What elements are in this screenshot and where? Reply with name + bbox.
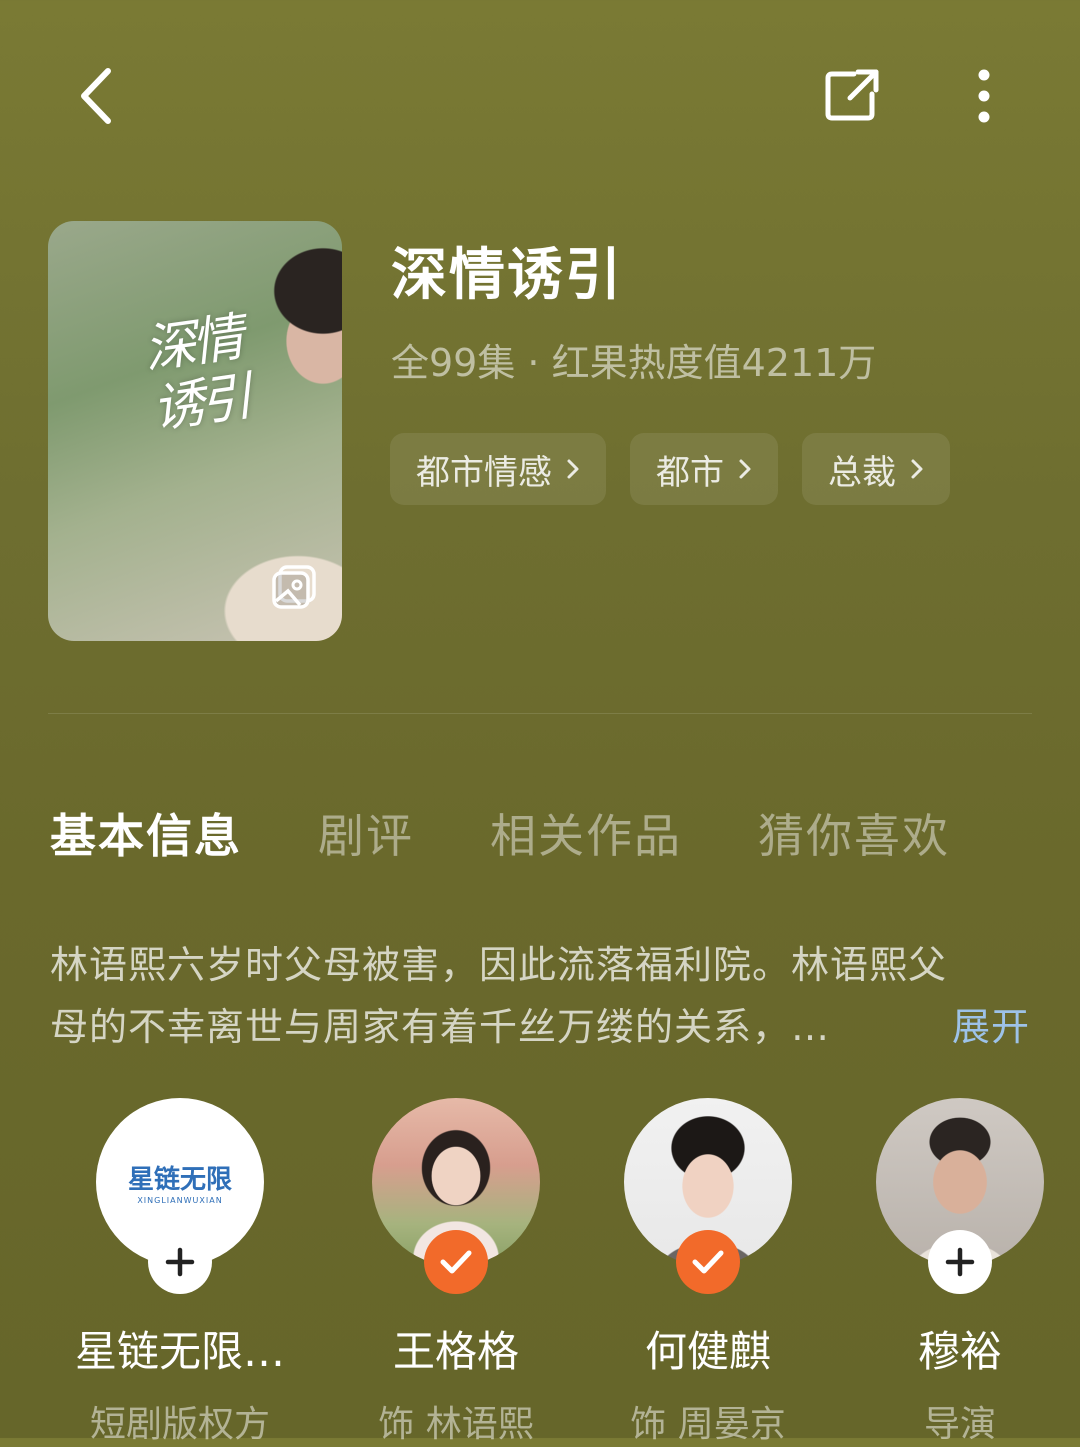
plus-icon [165, 1247, 195, 1277]
top-bar [0, 0, 1080, 190]
gallery-icon[interactable] [270, 563, 318, 611]
drama-poster[interactable]: 深情诱引 [48, 221, 342, 641]
chevron-right-icon [567, 459, 579, 479]
synopsis: 林语熙六岁时父母被害，因此流落福利院。林语熙父 母的不幸离世与周家有着千丝万缕的… [50, 934, 1030, 1058]
chevron-left-icon [81, 68, 111, 124]
followed-badge[interactable] [676, 1230, 740, 1294]
more-button[interactable] [956, 62, 1012, 130]
cast-name: 何健麒 [644, 1327, 771, 1376]
share-icon [825, 69, 879, 121]
cast-item[interactable]: 何健麒 饰 周晏京 [588, 1098, 828, 1447]
check-icon [692, 1250, 724, 1274]
back-button[interactable] [64, 62, 128, 130]
cast-name: 穆裕 [917, 1327, 1002, 1376]
more-vertical-icon [978, 69, 990, 123]
expand-link[interactable]: 展开 [952, 996, 1030, 1058]
cast-item[interactable]: 星链无限 XINGLIANWUXIAN 星链无限… 短剧版权方 [60, 1098, 300, 1447]
poster-calligraphy: 深情诱引 [140, 307, 252, 441]
tag-urban[interactable]: 都市 [630, 433, 778, 505]
chevron-right-icon [739, 459, 751, 479]
followed-badge[interactable] [424, 1230, 488, 1294]
cast-role: 饰 周晏京 [630, 1404, 786, 1445]
tag-label: 都市 [656, 452, 724, 493]
cast-item[interactable]: 穆裕 导演 [840, 1098, 1080, 1447]
tab-basic-info[interactable]: 基本信息 [50, 800, 242, 866]
tag-label: 都市情感 [416, 452, 552, 493]
tag-urban-romance[interactable]: 都市情感 [390, 433, 606, 505]
share-button[interactable] [818, 62, 886, 130]
cast-item[interactable]: 王格格 饰 林语熙 [336, 1098, 576, 1447]
plus-icon [945, 1247, 975, 1277]
cast-role: 饰 林语熙 [378, 1404, 534, 1445]
genre-tags: 都市情感 都市 总裁 [390, 433, 950, 505]
follow-button[interactable] [928, 1230, 992, 1294]
tag-label: 总裁 [828, 452, 896, 493]
chevron-right-icon [911, 459, 923, 479]
cast-role: 短剧版权方 [89, 1404, 270, 1445]
follow-button[interactable] [148, 1230, 212, 1294]
tab-recommendations[interactable]: 猜你喜欢 [758, 800, 950, 866]
studio-logo-subtext: XINGLIANWUXIAN [137, 1196, 223, 1205]
synopsis-line: 林语熙六岁时父母被害，因此流落福利院。林语熙父 [50, 943, 948, 987]
synopsis-line: 母的不幸离世与周家有着千丝万缕的关系，… [50, 1005, 831, 1049]
section-tabs: 基本信息 剧评 相关作品 猜你喜欢 [50, 800, 1026, 866]
tag-ceo[interactable]: 总裁 [802, 433, 950, 505]
tab-reviews[interactable]: 剧评 [318, 800, 414, 866]
studio-logo-text: 星链无限 [127, 1165, 232, 1195]
drama-title: 深情诱引 [391, 243, 623, 308]
check-icon [440, 1250, 472, 1274]
episode-heat-meta: 全99集 · 红果热度值4211万 [391, 341, 877, 385]
cast-list: 星链无限 XINGLIANWUXIAN 星链无限… 短剧版权方 王格格 饰 林语… [0, 1098, 1080, 1445]
cast-role: 导演 [923, 1404, 996, 1445]
cast-name: 星链无限… [74, 1327, 285, 1376]
divider [48, 713, 1032, 714]
tab-related-works[interactable]: 相关作品 [490, 800, 682, 866]
cast-name: 王格格 [392, 1327, 519, 1376]
